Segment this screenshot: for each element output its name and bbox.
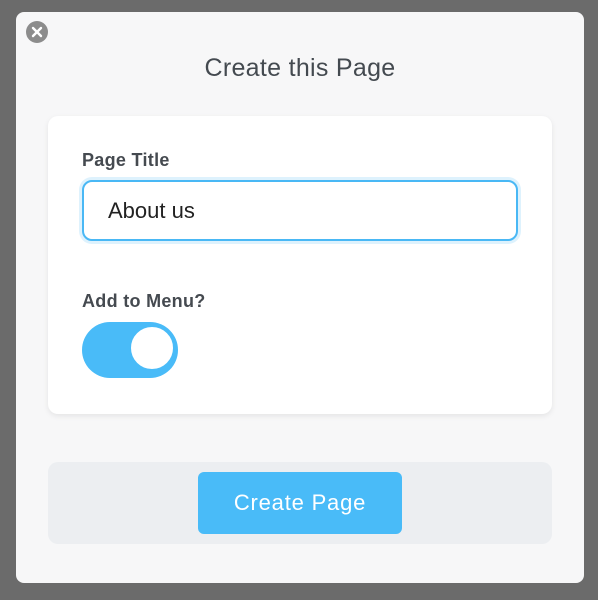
close-button[interactable] xyxy=(26,21,48,43)
add-to-menu-label: Add to Menu? xyxy=(82,291,206,311)
page-title-label: Page Title xyxy=(82,150,170,170)
add-to-menu-toggle[interactable] xyxy=(82,322,178,378)
form-card: Page Title Add to Menu? xyxy=(48,116,552,414)
close-icon xyxy=(31,26,43,38)
page-title-input[interactable] xyxy=(82,180,518,241)
create-page-dialog: Create this Page Page Title Add to Menu?… xyxy=(16,12,584,583)
toggle-knob xyxy=(129,325,175,371)
create-page-button[interactable]: Create Page xyxy=(198,472,402,534)
dialog-title: Create this Page xyxy=(204,54,396,82)
dialog-footer: Create Page xyxy=(48,462,552,544)
